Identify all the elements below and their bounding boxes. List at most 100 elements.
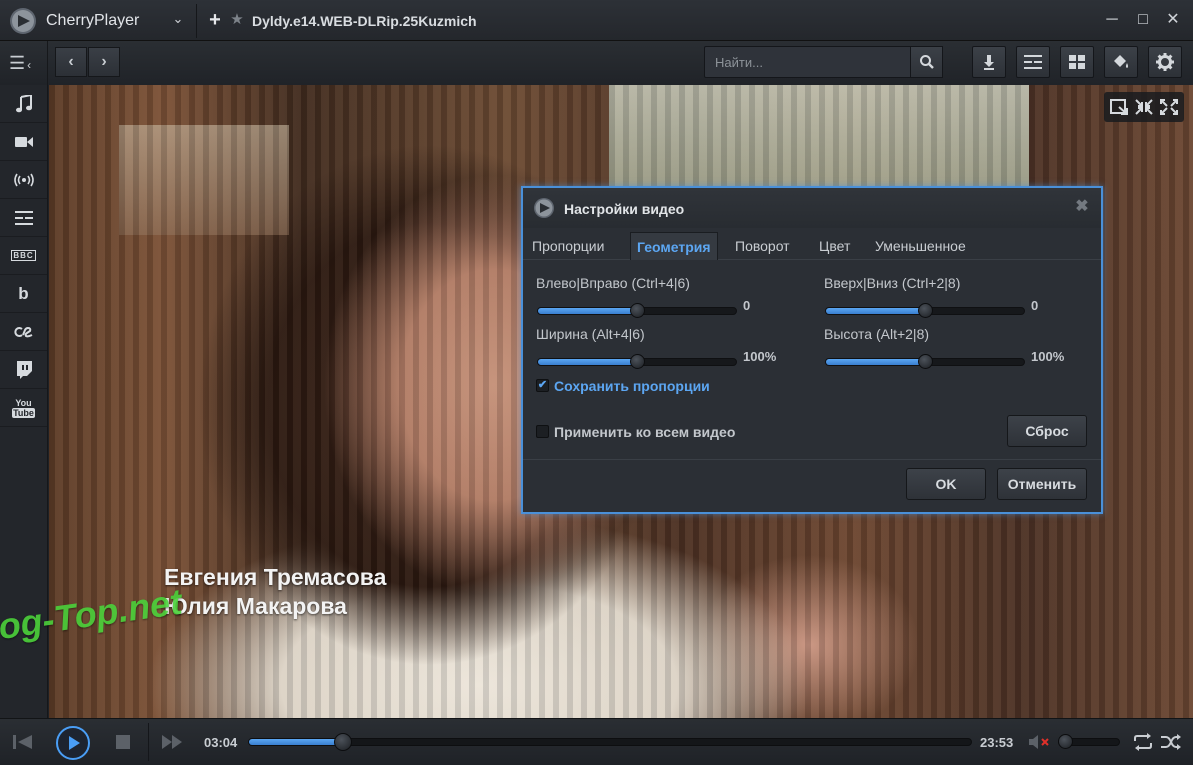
sidebar-item-twitch[interactable]	[0, 351, 47, 389]
sidebar-toggle-icon[interactable]: ☰ ‹	[5, 51, 41, 75]
sidebar-item-music[interactable]	[0, 85, 47, 123]
close-icon[interactable]: ✖	[1073, 198, 1091, 216]
tab-proportions[interactable]: Пропорции	[526, 232, 610, 260]
download-icon	[984, 55, 994, 70]
ok-button[interactable]: OK	[906, 468, 986, 500]
video-settings-dialog: Настройки видео ✖ Пропорции Геометрия По…	[521, 186, 1103, 514]
search-icon	[919, 55, 934, 69]
radio-icon	[13, 173, 34, 186]
slider-fill	[538, 359, 637, 365]
slider-handle[interactable]	[918, 354, 933, 369]
keep-aspect-label[interactable]: Сохранить пропорции	[554, 378, 710, 394]
mute-icon[interactable]	[1028, 732, 1052, 752]
maximize-icon[interactable]: □	[1133, 10, 1153, 30]
sidebar-item-bbc[interactable]: BBC	[0, 237, 47, 275]
chevron-down-icon[interactable]: ⌄	[170, 11, 186, 29]
slider-fill	[826, 308, 925, 314]
dialog-header: Настройки видео ✖	[523, 188, 1101, 228]
slider-fill	[826, 359, 925, 365]
sidebar-item-video[interactable]	[0, 123, 47, 161]
bbc-icon: BBC	[11, 250, 36, 261]
sidebar-item-youtube[interactable]: You Tube	[0, 389, 47, 427]
settings-button[interactable]	[1148, 46, 1182, 78]
fullscreen-icon[interactable]	[1160, 99, 1178, 115]
tab-color[interactable]: Цвет	[813, 232, 856, 260]
shrink-icon[interactable]	[1135, 99, 1153, 115]
play-icon	[69, 736, 80, 750]
star-icon[interactable]: ★	[228, 10, 246, 30]
caption-line: Евгения Тремасова	[164, 564, 387, 590]
minimize-icon[interactable]: ─	[1102, 10, 1122, 30]
download-button[interactable]	[972, 46, 1006, 78]
slider-fill	[538, 308, 637, 314]
play-button[interactable]	[56, 726, 90, 760]
height-value: 100%	[1031, 349, 1065, 364]
video-captions: Евгения Тремасова Юлия Макарова	[164, 563, 386, 621]
left-right-slider[interactable]	[537, 303, 737, 318]
cherryplayer-window: CherryPlayer ⌄ + ★ Dyldy.e14.WEB-DLRip.2…	[0, 0, 1193, 765]
previous-icon[interactable]	[10, 731, 38, 753]
paint-bucket-icon	[1114, 55, 1128, 68]
video-overlay-controls	[1104, 92, 1184, 122]
up-down-value: 0	[1031, 298, 1039, 313]
add-icon[interactable]: +	[206, 9, 224, 31]
youtube-icon: You	[15, 397, 32, 408]
search-input[interactable]	[704, 46, 911, 78]
sidebar-item-lastfm[interactable]	[0, 313, 47, 351]
media-title: Dyldy.e14.WEB-DLRip.25Kuzmich	[252, 13, 477, 29]
twitch-icon	[16, 360, 32, 379]
current-time: 03:04	[204, 735, 238, 750]
up-down-slider[interactable]	[825, 303, 1025, 318]
repeat-icon[interactable]	[1132, 732, 1154, 752]
height-label: Высота (Alt+2|8)	[824, 326, 930, 342]
forward-button[interactable]: ›	[88, 47, 120, 77]
divider	[523, 459, 1101, 460]
cancel-button[interactable]: Отменить	[997, 468, 1087, 500]
back-button[interactable]: ‹	[55, 47, 87, 77]
apply-all-checkbox[interactable]	[536, 425, 549, 438]
music-icon	[15, 94, 32, 112]
seek-handle[interactable]	[333, 733, 352, 751]
keep-aspect-checkbox[interactable]: ✔	[536, 379, 549, 392]
seek-bar[interactable]	[248, 733, 972, 751]
slider-handle[interactable]	[918, 303, 933, 318]
cherryplayer-logo-icon	[534, 198, 554, 218]
divider	[148, 723, 149, 761]
title-bar: CherryPlayer ⌄ + ★ Dyldy.e14.WEB-DLRip.2…	[0, 0, 1193, 41]
skin-button[interactable]	[1104, 46, 1138, 78]
sidebar-item-tv[interactable]	[0, 199, 47, 237]
stop-icon[interactable]	[116, 735, 130, 749]
grid-view-button[interactable]	[1060, 46, 1094, 78]
left-right-label: Влево|Вправо (Ctrl+4|6)	[536, 275, 690, 291]
close-icon[interactable]: ✕	[1163, 10, 1183, 30]
width-value: 100%	[743, 349, 777, 364]
volume-handle[interactable]	[1058, 734, 1073, 749]
fast-forward-icon[interactable]	[160, 733, 186, 751]
shuffle-icon[interactable]	[1160, 732, 1182, 752]
toolbar: ☰ ‹ ‹ ›	[0, 41, 1193, 85]
sidebar-item-bandcamp[interactable]: b	[0, 275, 47, 313]
left-right-value: 0	[743, 298, 751, 313]
picture-in-picture-icon[interactable]	[1110, 99, 1128, 115]
sidebar-item-radio[interactable]	[0, 161, 47, 199]
apply-all-label[interactable]: Применить ко всем видео	[554, 424, 735, 440]
gear-icon	[1156, 53, 1174, 71]
tab-rotation[interactable]: Поворот	[729, 232, 796, 260]
camera-icon	[14, 136, 33, 147]
volume-slider[interactable]	[1058, 734, 1120, 749]
width-slider[interactable]	[537, 354, 737, 369]
tab-geometry[interactable]: Геометрия	[630, 232, 718, 260]
playback-bar: 03:04 23:53	[0, 718, 1193, 765]
tab-reduced[interactable]: Уменьшенное	[869, 232, 972, 260]
reset-button[interactable]: Сброс	[1007, 415, 1087, 447]
lastfm-icon	[13, 326, 32, 337]
playlist-button[interactable]	[1016, 46, 1050, 78]
total-time: 23:53	[980, 735, 1014, 750]
youtube-icon-label: Tube	[12, 407, 35, 418]
slider-handle[interactable]	[630, 303, 645, 318]
height-slider[interactable]	[825, 354, 1025, 369]
slider-handle[interactable]	[630, 354, 645, 369]
b-icon: b	[18, 283, 29, 303]
cherryplayer-logo-icon[interactable]	[8, 7, 38, 35]
search-button[interactable]	[911, 46, 943, 78]
